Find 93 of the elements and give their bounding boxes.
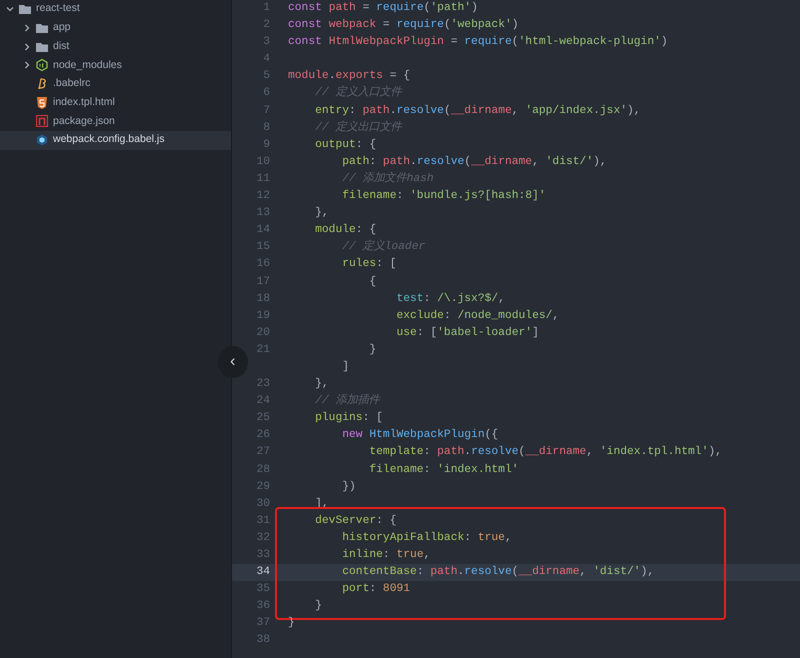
code-line: filename: 'bundle.js?[hash:8]' bbox=[341, 188, 546, 204]
line-number: 20 bbox=[255, 326, 270, 341]
code-line: contentBase: path.resolve(__dirname, 'dist/'), bbox=[341, 564, 654, 580]
collapse-button[interactable]: ‹ bbox=[218, 346, 248, 378]
code-line: }, bbox=[314, 206, 329, 222]
folder-icon bbox=[36, 40, 48, 53]
line-number: 18 bbox=[255, 292, 270, 307]
code-line: // 定义loader bbox=[341, 239, 426, 256]
code-line: new HtmlWebpackPlugin({ bbox=[341, 428, 498, 444]
code-line: historyApiFallback: true, bbox=[341, 530, 512, 546]
code-line: test: /\.jsx?$/, bbox=[395, 292, 505, 307]
code-line: const webpack = require('webpack') bbox=[288, 18, 519, 34]
line-number: 14 bbox=[255, 223, 270, 238]
line-number: 4 bbox=[262, 52, 270, 68]
file-tree-item[interactable]: dist bbox=[0, 37, 231, 56]
file-tree-item[interactable]: .babelrc bbox=[0, 74, 231, 94]
line-number: 19 bbox=[255, 308, 270, 324]
code-line: } bbox=[314, 598, 322, 614]
line-number: 32 bbox=[255, 530, 270, 546]
line-number: 21 bbox=[255, 342, 270, 358]
line-number: 23 bbox=[255, 377, 270, 392]
code-line: module: { bbox=[314, 222, 376, 238]
line-number: 15 bbox=[255, 240, 270, 256]
file-tree-item[interactable]: index.tpl.html bbox=[0, 93, 231, 112]
code-line: path: path.resolve(__dirname, 'dist/'), bbox=[341, 154, 607, 170]
shield-icon bbox=[36, 96, 48, 109]
line-number: 31 bbox=[255, 514, 270, 529]
code-line: // 添加文件hash bbox=[341, 170, 434, 187]
code-line: filename: 'index.html' bbox=[368, 462, 519, 478]
code-line: inline: true, bbox=[341, 548, 430, 563]
cube-icon bbox=[36, 134, 48, 146]
line-number: 3 bbox=[262, 35, 270, 50]
file-tree-item[interactable]: package.json bbox=[0, 112, 231, 131]
code-line: }) bbox=[341, 480, 356, 495]
code-line: use: ['babel-loader'] bbox=[395, 326, 539, 341]
code-line: // 定义入口文件 bbox=[314, 85, 402, 102]
code-line: devServer: { bbox=[314, 514, 396, 529]
code-line: entry: path.resolve(__dirname, 'app/index.jsx'), bbox=[314, 104, 641, 119]
line-number: 9 bbox=[262, 138, 270, 153]
file-tree-item[interactable]: app bbox=[0, 18, 231, 38]
file-tree-item[interactable]: react-test bbox=[0, 0, 231, 19]
code-line: }, bbox=[314, 376, 329, 392]
code-line: port: 8091 bbox=[341, 582, 410, 598]
line-number: 10 bbox=[255, 154, 270, 170]
line-number: 6 bbox=[262, 86, 270, 102]
line-number: 29 bbox=[255, 480, 270, 495]
code-line: } bbox=[368, 342, 376, 358]
code-line: // 定义出口文件 bbox=[314, 120, 402, 136]
line-number: 27 bbox=[255, 445, 270, 460]
code-line: ] bbox=[341, 360, 350, 375]
line-number: 7 bbox=[262, 104, 270, 119]
code-line: exclude: /node_modules/, bbox=[395, 308, 560, 324]
chevron-down-icon bbox=[6, 5, 14, 14]
folder-icon bbox=[36, 22, 48, 34]
line-number: 5 bbox=[262, 69, 270, 84]
chevron-right-icon bbox=[23, 42, 31, 51]
chevron-right-icon bbox=[23, 24, 31, 32]
code-line: template: path.resolve(__dirname, 'index.tpl.html'), bbox=[368, 444, 722, 460]
line-number: 33 bbox=[255, 548, 270, 563]
line-number: 12 bbox=[255, 189, 270, 204]
hexagon-icon bbox=[36, 59, 48, 72]
code-line: rules: [ bbox=[341, 256, 396, 272]
line-number: 28 bbox=[255, 462, 270, 478]
line-number: 26 bbox=[255, 428, 270, 444]
code-line: plugins: [ bbox=[314, 410, 383, 426]
line-number: 1 bbox=[262, 1, 270, 16]
folder-icon bbox=[19, 3, 31, 16]
line-number: 34 bbox=[255, 565, 270, 580]
line-number: 24 bbox=[255, 394, 270, 410]
code-line: module.exports = { bbox=[288, 68, 410, 84]
line-number: 35 bbox=[255, 582, 270, 598]
code-line: { bbox=[368, 274, 376, 290]
code-line: const HtmlWebpackPlugin = require('html-webpack-plugin') bbox=[288, 34, 668, 50]
code-line: // 添加插件 bbox=[314, 393, 380, 410]
line-number: 17 bbox=[255, 274, 270, 290]
line-number: 11 bbox=[255, 172, 270, 187]
square-icon bbox=[36, 115, 48, 128]
line-number: 16 bbox=[255, 257, 270, 272]
line-number: 38 bbox=[255, 633, 270, 648]
file-tree-item[interactable]: node_modules bbox=[0, 56, 231, 75]
code-line: const path = require('path') bbox=[288, 0, 478, 16]
line-number: 2 bbox=[262, 18, 270, 34]
line-number: 37 bbox=[255, 616, 270, 632]
line-number: 30 bbox=[255, 496, 270, 512]
file-tree-item[interactable]: webpack.config.babel.js bbox=[0, 130, 231, 150]
quill-icon bbox=[36, 78, 48, 90]
code-line: } bbox=[288, 616, 295, 632]
chevron-right-icon bbox=[23, 61, 31, 70]
code-line: output: { bbox=[314, 138, 376, 153]
line-number: 36 bbox=[255, 599, 270, 614]
line-number: 13 bbox=[255, 206, 270, 222]
line-number: 8 bbox=[262, 120, 270, 136]
line-number: 25 bbox=[255, 411, 270, 426]
